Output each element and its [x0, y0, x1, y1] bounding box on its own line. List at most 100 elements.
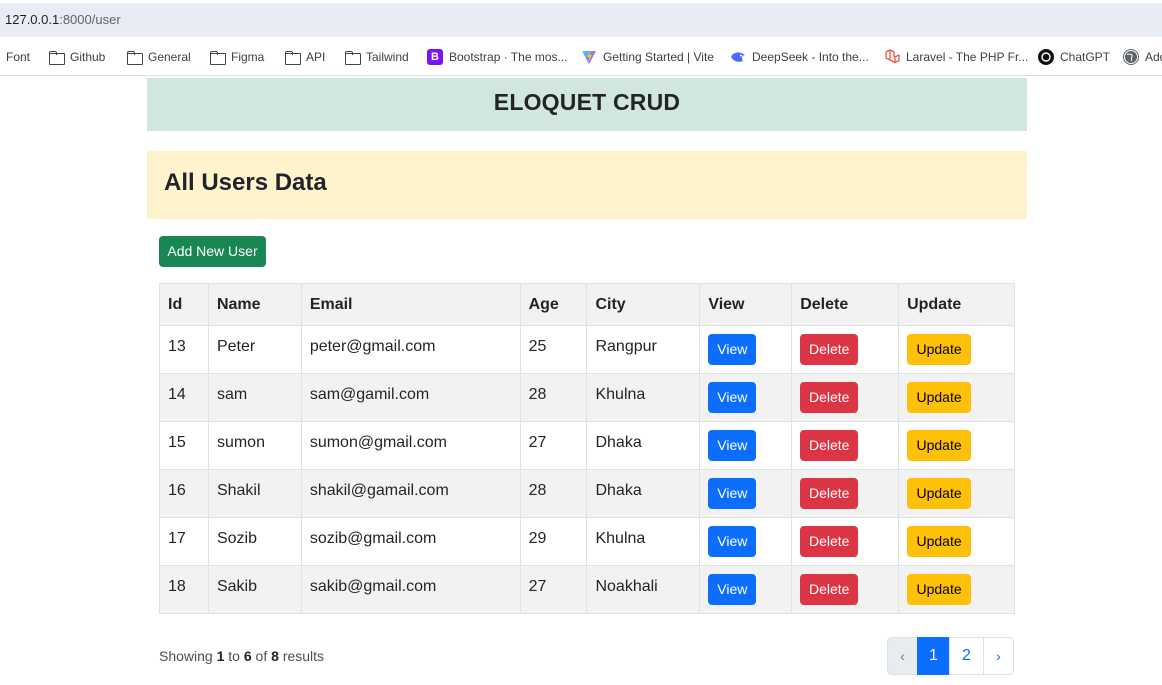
column-header-delete: Delete	[791, 283, 900, 326]
bookmark-label: Tailwind	[366, 50, 409, 64]
cell-delete: Delete	[791, 469, 900, 518]
cell-email: sumon@gmail.com	[300, 421, 521, 470]
update-button[interactable]: Update	[907, 430, 972, 461]
url-text[interactable]: 127.0.0.1:8000/user	[5, 12, 121, 27]
folder-icon	[344, 49, 361, 65]
view-button[interactable]: View	[708, 382, 757, 413]
folder-icon	[48, 49, 65, 65]
bookmark-label: Github	[70, 50, 106, 64]
delete-button[interactable]: Delete	[800, 382, 859, 413]
bookmark-laravel[interactable]: Laravel - The PHP Fr...	[884, 49, 1028, 65]
delete-button[interactable]: Delete	[800, 526, 859, 557]
bookmark-label: Getting Started | Vite	[603, 50, 714, 64]
table-row: 13 Peter peter@gmail.com 25 Rangpur View…	[159, 325, 1015, 374]
update-button[interactable]: Update	[907, 574, 972, 605]
next-page-button[interactable]: ›	[983, 637, 1014, 675]
showing-to-word: to	[228, 648, 240, 664]
bookmark-api[interactable]: API	[284, 49, 325, 65]
cell-delete: Delete	[791, 373, 900, 422]
view-button[interactable]: View	[708, 526, 757, 557]
bookmark-label: DeepSeek - Into the...	[752, 50, 869, 64]
bookmark-add[interactable]: Add	[1123, 49, 1162, 65]
table-row: 16 Shakil shakil@gamail.com 28 Dhaka Vie…	[159, 469, 1015, 518]
showing-from: 1	[216, 648, 225, 664]
view-button[interactable]: View	[708, 430, 757, 461]
update-button[interactable]: Update	[907, 334, 972, 365]
bookmark-bootstrap[interactable]: B Bootstrap · The mos...	[427, 49, 568, 65]
vite-icon	[581, 49, 597, 65]
results-summary: Showing 1 to 6 of 8 results	[159, 648, 324, 664]
cell-view: View	[699, 373, 793, 422]
update-button[interactable]: Update	[907, 382, 972, 413]
cell-update: Update	[898, 565, 1015, 614]
view-button[interactable]: View	[708, 334, 757, 365]
view-button[interactable]: View	[708, 574, 757, 605]
showing-total: 8	[271, 648, 279, 664]
cell-city: Noakhali	[586, 565, 701, 614]
view-button[interactable]: View	[708, 478, 757, 509]
bookmark-deepseek[interactable]: DeepSeek - Into the...	[730, 49, 869, 65]
table-row: 17 Sozib sozib@gmail.com 29 Khulna View …	[159, 517, 1015, 566]
bookmark-font[interactable]: Font	[6, 49, 30, 65]
section-title: All Users Data	[164, 169, 327, 196]
previous-page-button[interactable]: ‹	[887, 637, 918, 675]
delete-button[interactable]: Delete	[800, 430, 859, 461]
cell-city: Rangpur	[586, 325, 701, 374]
bookmark-label: Font	[6, 50, 31, 64]
cell-delete: Delete	[791, 517, 900, 566]
column-header-email: Email	[300, 283, 521, 326]
folder-icon	[126, 49, 143, 65]
update-button[interactable]: Update	[907, 526, 972, 557]
cell-delete: Delete	[791, 421, 900, 470]
page-title: ELOQUET CRUD	[493, 89, 681, 115]
cell-city: Khulna	[586, 517, 701, 566]
url-path: :8000/user	[59, 12, 121, 27]
cell-id: 14	[159, 373, 209, 422]
delete-button[interactable]: Delete	[800, 334, 859, 365]
column-header-age: Age	[519, 283, 588, 326]
bookmark-tailwind[interactable]: Tailwind	[344, 49, 409, 65]
cell-name: Sozib	[207, 517, 302, 566]
page-2-button[interactable]: 2	[949, 637, 984, 675]
page-header: ELOQUET CRUD	[147, 78, 1027, 131]
cell-name: sam	[207, 373, 302, 422]
showing-of-word: of	[255, 648, 268, 664]
bookmark-chatgpt[interactable]: ChatGPT	[1038, 49, 1110, 65]
users-table: Id Name Email Age City View Delete Updat…	[159, 283, 1015, 614]
cell-id: 16	[159, 469, 209, 518]
cell-email: sakib@gmail.com	[300, 565, 521, 614]
bookmark-vite[interactable]: Getting Started | Vite	[581, 49, 714, 65]
table-row: 14 sam sam@gamil.com 28 Khulna View Dele…	[159, 373, 1015, 422]
cell-city: Dhaka	[586, 469, 701, 518]
bookmark-general[interactable]: General	[126, 49, 191, 65]
add-new-user-button[interactable]: Add New User	[159, 236, 266, 267]
update-button[interactable]: Update	[907, 478, 972, 509]
column-header-name: Name	[207, 283, 302, 326]
cell-update: Update	[898, 325, 1015, 374]
cell-email: sozib@gmail.com	[300, 517, 521, 566]
cell-update: Update	[898, 469, 1015, 518]
cell-id: 17	[159, 517, 209, 566]
cell-name: Peter	[207, 325, 302, 374]
bookmark-figma[interactable]: Figma	[209, 49, 264, 65]
table-header-row: Id Name Email Age City View Delete Updat…	[159, 283, 1015, 326]
bookmark-github[interactable]: Github	[48, 49, 105, 65]
delete-button[interactable]: Delete	[800, 574, 859, 605]
showing-results-word: results	[282, 648, 325, 664]
globe-icon	[1123, 49, 1139, 65]
cell-update: Update	[898, 517, 1015, 566]
cell-age: 28	[519, 469, 588, 518]
cell-id: 18	[159, 565, 209, 614]
cell-name: Sakib	[207, 565, 302, 614]
bookmark-label: API	[306, 50, 326, 64]
cell-age: 25	[519, 325, 588, 374]
page-1-button[interactable]: 1	[917, 637, 950, 675]
cell-age: 27	[519, 421, 588, 470]
column-header-view: View	[699, 283, 793, 326]
delete-button[interactable]: Delete	[800, 478, 859, 509]
address-bar[interactable]: 127.0.0.1:8000/user	[0, 3, 1162, 37]
table-row: 15 sumon sumon@gmail.com 27 Dhaka View D…	[159, 421, 1015, 470]
cell-email: shakil@gamail.com	[300, 469, 521, 518]
bootstrap-icon: B	[427, 49, 443, 65]
column-header-update: Update	[898, 283, 1015, 326]
